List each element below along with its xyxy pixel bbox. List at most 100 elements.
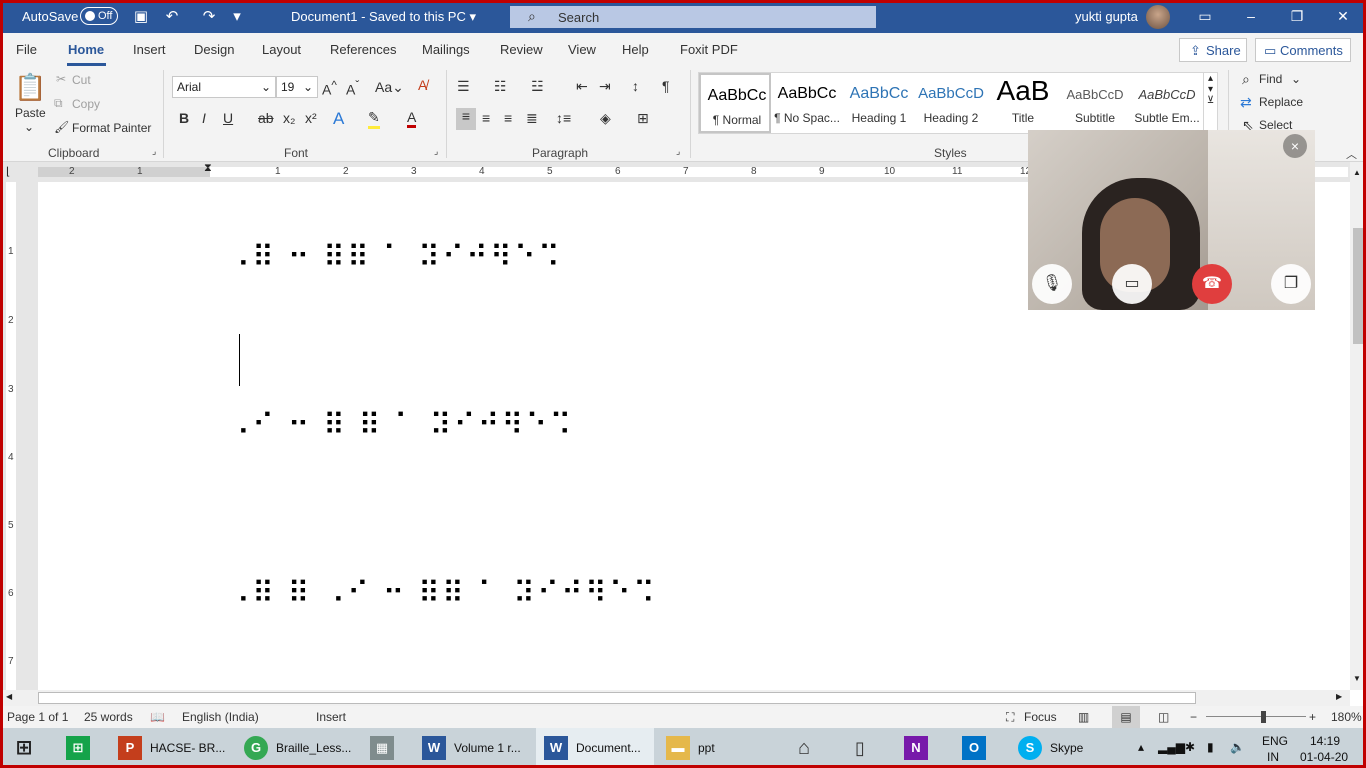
- style-heading-2[interactable]: AaBbCcD Heading 2: [915, 73, 987, 133]
- bold-icon[interactable]: B: [179, 110, 189, 126]
- taskbar-app-onenote[interactable]: N: [896, 728, 944, 768]
- scroll-thumb[interactable]: [1353, 228, 1363, 344]
- paragraph-launcher-icon[interactable]: ⌟: [676, 146, 680, 157]
- user-name[interactable]: yukti gupta: [1075, 9, 1138, 24]
- undo-icon[interactable]: ↶: [162, 7, 182, 27]
- numbering-icon[interactable]: ☷: [494, 78, 507, 95]
- tab-foxit-pdf[interactable]: Foxit PDF: [680, 42, 738, 57]
- align-left-icon[interactable]: ≡: [456, 108, 476, 130]
- search-box[interactable]: ⌕ Search: [510, 6, 876, 28]
- increase-indent-icon[interactable]: ⇥: [599, 78, 611, 95]
- web-layout-icon[interactable]: ◫: [1158, 710, 1169, 724]
- scroll-thumb[interactable]: [38, 692, 1196, 704]
- language[interactable]: English (India): [182, 710, 259, 724]
- video-camera-icon[interactable]: ▭: [1112, 264, 1152, 304]
- comments-button[interactable]: ▭ Comments: [1255, 38, 1351, 62]
- font-color-icon[interactable]: A: [407, 109, 417, 128]
- volume-icon[interactable]: 🔈: [1230, 740, 1245, 754]
- microphone-icon[interactable]: 🎙: [1032, 264, 1072, 304]
- paste-icon[interactable]: 📋: [14, 72, 46, 104]
- battery-icon[interactable]: ▮: [1207, 740, 1214, 754]
- start-button[interactable]: ⊞: [0, 728, 50, 768]
- taskbar-app-outlook[interactable]: O: [954, 728, 1002, 768]
- superscript-icon[interactable]: x²: [305, 110, 317, 126]
- zoom-slider-thumb[interactable]: [1261, 711, 1266, 723]
- network-icon[interactable]: ▂▄▆: [1158, 740, 1185, 754]
- print-layout-icon[interactable]: ▤: [1112, 706, 1140, 728]
- page-count[interactable]: Page 1 of 1: [7, 710, 68, 724]
- show-formatting-icon[interactable]: ¶: [662, 78, 670, 94]
- tab-insert[interactable]: Insert: [133, 42, 166, 57]
- format-painter-button[interactable]: Format Painter: [72, 121, 151, 135]
- font-name-box[interactable]: Arial ⌄: [172, 76, 276, 98]
- bluetooth-icon[interactable]: ✱: [1185, 740, 1195, 754]
- taskbar-app-notepad[interactable]: ▯: [840, 728, 888, 768]
- italic-icon[interactable]: I: [202, 110, 206, 126]
- avatar[interactable]: [1146, 5, 1170, 29]
- proofing-icon[interactable]: 📖: [150, 710, 165, 724]
- input-language[interactable]: ENG: [1262, 734, 1288, 748]
- copy-button[interactable]: Copy: [72, 97, 100, 111]
- style-subtitle[interactable]: AaBbCcD Subtitle: [1059, 73, 1131, 133]
- tray-chevron-icon[interactable]: ▴: [1138, 740, 1144, 754]
- tab-layout[interactable]: Layout: [262, 42, 301, 57]
- autosave-toggle[interactable]: Off: [80, 7, 118, 25]
- underline-icon[interactable]: U: [223, 110, 233, 126]
- taskbar-app-home[interactable]: ⌂: [784, 728, 832, 768]
- clipboard-launcher-icon[interactable]: ⌟: [152, 146, 156, 157]
- skype-call-window[interactable]: × 🎙 ▭ ☎ ❐: [1028, 130, 1315, 310]
- style-no-spacing[interactable]: AaBbCc ¶ No Spac...: [771, 73, 843, 133]
- clock-time[interactable]: 14:19: [1310, 734, 1340, 748]
- tab-help[interactable]: Help: [622, 42, 649, 57]
- taskbar-app-skype[interactable]: S Skype: [1010, 728, 1122, 768]
- shrink-font-icon[interactable]: Aˇ: [346, 79, 359, 98]
- save-icon[interactable]: ▣: [131, 7, 151, 27]
- scroll-right-icon[interactable]: ▶: [1336, 692, 1342, 701]
- close-icon[interactable]: ✕: [1331, 5, 1355, 27]
- sort-icon[interactable]: ↕: [632, 78, 639, 94]
- clear-formatting-icon[interactable]: A̸: [418, 77, 427, 93]
- read-mode-icon[interactable]: ▥: [1078, 710, 1089, 724]
- subscript-icon[interactable]: x₂: [283, 110, 295, 126]
- taskbar-app-chrome[interactable]: G Braille_Less...: [236, 728, 352, 768]
- scroll-left-icon[interactable]: ◀: [6, 692, 12, 701]
- borders-icon[interactable]: ⊞: [637, 110, 649, 127]
- zoom-in-icon[interactable]: +: [1309, 710, 1316, 724]
- tab-references[interactable]: References: [330, 42, 396, 57]
- customize-icon[interactable]: ▾: [227, 7, 247, 27]
- restore-icon[interactable]: ❐: [1285, 5, 1309, 27]
- taskbar-app-word-volume[interactable]: W Volume 1 r...: [414, 728, 532, 768]
- taskbar-app-word-document[interactable]: W Document...: [536, 728, 654, 768]
- justify-icon[interactable]: ≣: [526, 110, 538, 127]
- insert-mode[interactable]: Insert: [316, 710, 346, 724]
- clock-date[interactable]: 01-04-20: [1300, 750, 1348, 764]
- tab-mailings[interactable]: Mailings: [422, 42, 470, 57]
- change-case-icon[interactable]: Aa⌄: [375, 79, 404, 96]
- zoom-level[interactable]: 180%: [1331, 710, 1362, 724]
- highlight-icon[interactable]: ✎: [368, 109, 380, 129]
- align-right-icon[interactable]: ≡: [504, 110, 512, 126]
- zoom-out-icon[interactable]: −: [1190, 710, 1197, 724]
- input-region[interactable]: IN: [1267, 750, 1279, 764]
- horizontal-scrollbar[interactable]: ◀ ▶: [0, 690, 1350, 706]
- close-call-window-button[interactable]: ×: [1283, 134, 1307, 158]
- zoom-slider[interactable]: [1206, 716, 1306, 717]
- grow-font-icon[interactable]: A^: [322, 79, 337, 98]
- paste-label[interactable]: Paste: [15, 106, 46, 120]
- tab-design[interactable]: Design: [194, 42, 234, 57]
- ribbon-display-icon[interactable]: ▭: [1193, 5, 1217, 27]
- tab-review[interactable]: Review: [500, 42, 543, 57]
- multilevel-list-icon[interactable]: ☳: [531, 78, 544, 95]
- tab-home[interactable]: Home: [68, 42, 104, 57]
- word-count[interactable]: 25 words: [84, 710, 133, 724]
- scroll-down-icon[interactable]: ▼: [1353, 674, 1361, 683]
- strikethrough-icon[interactable]: ab: [258, 110, 274, 126]
- style-heading-1[interactable]: AaBbCc Heading 1: [843, 73, 915, 133]
- minimize-icon[interactable]: –: [1239, 5, 1263, 27]
- taskbar-app-folder[interactable]: ▬ ppt: [658, 728, 776, 768]
- decrease-indent-icon[interactable]: ⇤: [576, 78, 588, 95]
- collapse-ribbon-icon[interactable]: ︿: [1346, 146, 1357, 162]
- chevron-down-icon[interactable]: ⌄: [1291, 72, 1301, 86]
- vertical-scrollbar[interactable]: ▲ ▼: [1350, 162, 1366, 690]
- font-size-box[interactable]: 19 ⌄: [276, 76, 318, 98]
